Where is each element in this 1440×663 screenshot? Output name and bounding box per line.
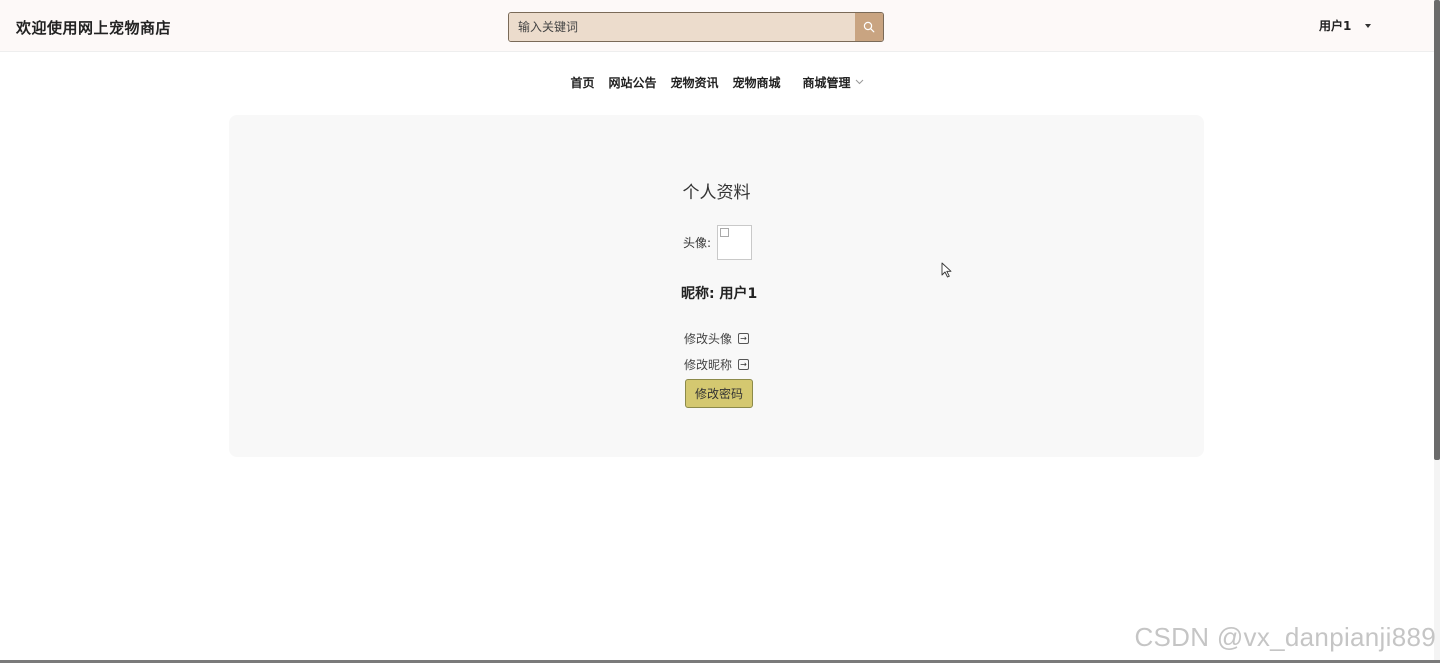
broken-image-icon: [720, 228, 730, 237]
avatar: [717, 225, 753, 260]
nav-item-label: 商城管理: [802, 76, 851, 90]
search-bar: [508, 12, 884, 42]
nav-item-label: 网站公告: [608, 76, 657, 90]
nav-item-pet-store[interactable]: 宠物商城: [733, 74, 781, 91]
avatar-label: 头像:: [683, 236, 712, 250]
change-nickname-label: 修改昵称: [684, 358, 733, 372]
user-name: 用户1: [1319, 19, 1352, 33]
vertical-scrollbar[interactable]: [1434, 0, 1440, 663]
search-input[interactable]: [509, 13, 856, 41]
top-header: 欢迎使用网上宠物商店 用户1: [0, 0, 1434, 52]
scrollbar-thumb[interactable]: [1434, 0, 1440, 460]
user-menu[interactable]: 用户1: [1319, 17, 1372, 34]
nav-item-pet-news[interactable]: 宠物资讯: [670, 74, 718, 91]
enter-arrow-icon: →: [738, 333, 750, 344]
profile-card: 个人资料 头像: 昵称: 用户1 修改头像 → 修改昵称 → 修改密码: [229, 115, 1204, 457]
nav-item-label: 宠物资讯: [670, 76, 719, 90]
change-avatar-label: 修改头像: [684, 332, 733, 346]
page-title: 个人资料: [682, 183, 751, 203]
change-avatar-link[interactable]: 修改头像 →: [684, 330, 750, 347]
nav-item-label: 首页: [570, 76, 595, 90]
enter-arrow-icon: →: [738, 359, 750, 370]
nav-item-announcements[interactable]: 网站公告: [608, 74, 656, 91]
change-nickname-link[interactable]: 修改昵称 →: [684, 356, 750, 373]
nav-item-label: 宠物商城: [732, 76, 781, 90]
change-password-button[interactable]: 修改密码: [685, 379, 753, 408]
page: 欢迎使用网上宠物商店 用户1 首页 网站公告 宠物资讯 宠物商城: [0, 0, 1440, 663]
main-nav: 首页 网站公告 宠物资讯 宠物商城 商城管理: [0, 74, 1434, 91]
caret-down-icon: [1365, 23, 1372, 28]
watermark: CSDN @vx_danpianji889: [1134, 622, 1436, 652]
nav-item-store-management[interactable]: 商城管理: [803, 74, 864, 91]
site-brand[interactable]: 欢迎使用网上宠物商店: [16, 17, 171, 38]
avatar-row: 头像:: [683, 225, 753, 260]
mouse-cursor-icon: [941, 262, 953, 282]
nickname-row: 昵称: 用户1: [681, 283, 757, 303]
nickname-value: 用户1: [719, 286, 758, 302]
search-button[interactable]: [855, 13, 883, 41]
nickname-label: 昵称:: [681, 286, 715, 302]
chevron-down-icon: [855, 77, 864, 88]
nav-item-home[interactable]: 首页: [570, 74, 594, 91]
search-icon: [863, 21, 875, 33]
